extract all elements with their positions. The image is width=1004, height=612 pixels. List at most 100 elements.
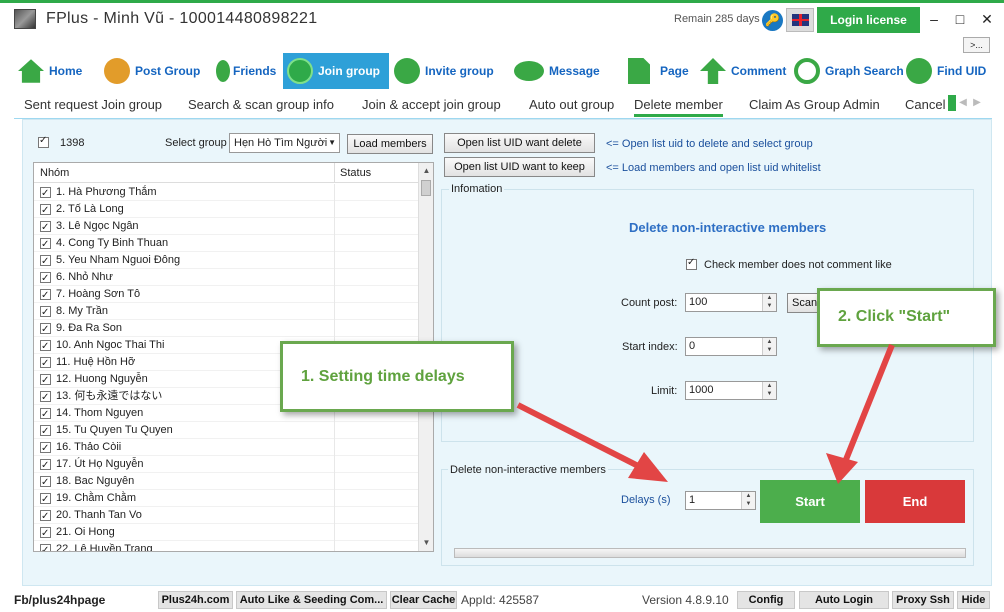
row-checkbox[interactable]	[40, 287, 51, 304]
toolbar-friends[interactable]: Friends	[216, 53, 291, 89]
list-item[interactable]: 5. Yeu Nham Nguoi Đông	[34, 252, 418, 270]
spinner-icon[interactable]: ▲ ▼	[762, 382, 776, 399]
list-item[interactable]: 17. Út Họ Nguyễn	[34, 456, 418, 474]
toolbar-comment[interactable]: Comment	[700, 53, 796, 89]
scroll-down-icon[interactable]: ▼	[419, 535, 433, 550]
tab-claim-admin[interactable]: Claim As Group Admin	[749, 97, 880, 112]
delays-label: Delays (s)	[621, 494, 671, 506]
list-item[interactable]: 2. Tố Là Long	[34, 201, 418, 219]
row-checkbox[interactable]	[40, 423, 51, 440]
row-name: 3. Lê Ngọc Ngân	[56, 220, 139, 232]
row-checkbox[interactable]	[40, 525, 51, 542]
toolbar-page[interactable]: Page	[628, 53, 706, 89]
proxy-ssh-button[interactable]: Proxy Ssh	[892, 591, 954, 609]
row-checkbox[interactable]	[40, 321, 51, 338]
row-checkbox[interactable]	[40, 270, 51, 287]
tab-scroll-left-icon[interactable]: ◀	[957, 95, 969, 111]
row-checkbox[interactable]	[40, 355, 51, 372]
list-item[interactable]: 15. Tu Quyen Tu Quyen	[34, 422, 418, 440]
maximize-button[interactable]: □	[950, 10, 970, 28]
row-name: 8. My Trần	[56, 305, 108, 317]
list-item[interactable]: 4. Cong Ty Binh Thuan	[34, 235, 418, 253]
toolbar-invite-group[interactable]: Invite group	[394, 53, 504, 89]
row-checkbox[interactable]	[40, 338, 51, 355]
hide-button[interactable]: Hide	[957, 591, 990, 609]
scroll-up-icon[interactable]: ▲	[419, 163, 433, 178]
start-index-input[interactable]: 0 ▲ ▼	[685, 337, 777, 356]
open-delete-list-button[interactable]: Open list UID want delete	[444, 133, 595, 153]
toolbar-join-group[interactable]: Join group	[283, 53, 389, 89]
spinner-icon[interactable]: ▲ ▼	[741, 492, 755, 509]
toolbar-home[interactable]: Home	[18, 53, 98, 89]
row-name: 21. Oi Hong	[56, 526, 115, 538]
tab-join-accept[interactable]: Join & accept join group	[362, 97, 501, 112]
row-checkbox[interactable]	[40, 372, 51, 389]
list-item[interactable]: 22. Lê Huyền Trang	[34, 541, 418, 551]
row-checkbox[interactable]	[40, 389, 51, 406]
list-item[interactable]: 9. Đa Ra Son	[34, 320, 418, 338]
count-post-input[interactable]: 100 ▲ ▼	[685, 293, 777, 312]
list-item[interactable]: 8. My Trần	[34, 303, 418, 321]
clear-cache-button[interactable]: Clear Cache	[390, 591, 457, 609]
toolbar-find-uid[interactable]: Find UID	[906, 53, 994, 89]
auto-login-button[interactable]: Auto Login	[799, 591, 889, 609]
language-flag-icon[interactable]	[786, 8, 814, 32]
list-item[interactable]: 3. Lê Ngọc Ngân	[34, 218, 418, 236]
spinner-icon[interactable]: ▲ ▼	[762, 294, 776, 311]
key-icon[interactable]: 🔑	[762, 10, 783, 31]
list-item[interactable]: 6. Nhỏ Như	[34, 269, 418, 287]
start-button[interactable]: Start	[760, 480, 860, 523]
check-comment-like-checkbox[interactable]	[686, 257, 697, 270]
col-status-header[interactable]: Status	[340, 167, 371, 179]
end-button[interactable]: End	[865, 480, 965, 523]
row-checkbox[interactable]	[40, 236, 51, 253]
row-checkbox[interactable]	[40, 491, 51, 508]
plus24h-button[interactable]: Plus24h.com	[158, 591, 233, 609]
list-item[interactable]: 20. Thanh Tan Vo	[34, 507, 418, 525]
toolbar-post-group[interactable]: Post Group	[104, 53, 214, 89]
row-checkbox[interactable]	[40, 202, 51, 219]
toolbar-graph-search[interactable]: Graph Search	[794, 53, 906, 89]
list-item[interactable]: 1. Hà Phương Thắm	[34, 184, 418, 202]
minimize-button[interactable]: –	[924, 10, 944, 28]
row-checkbox[interactable]	[40, 474, 51, 491]
fb-page-link[interactable]: Fb/plus24hpage	[14, 593, 105, 607]
load-members-button[interactable]: Load members	[347, 134, 433, 154]
list-item[interactable]: 7. Hoàng Sơn Tô	[34, 286, 418, 304]
row-checkbox[interactable]	[40, 219, 51, 236]
row-name: 20. Thanh Tan Vo	[56, 509, 142, 521]
login-license-button[interactable]: Login license	[817, 7, 920, 33]
delays-input[interactable]: 1 ▲ ▼	[685, 491, 756, 510]
row-checkbox[interactable]	[40, 406, 51, 423]
chat-icon	[514, 61, 544, 81]
row-checkbox[interactable]	[40, 440, 51, 457]
col-name-header[interactable]: Nhóm	[40, 167, 69, 179]
row-checkbox[interactable]	[40, 457, 51, 474]
tab-scroll-right-icon[interactable]: ▶	[971, 95, 983, 111]
row-checkbox[interactable]	[40, 304, 51, 321]
open-keep-list-button[interactable]: Open list UID want to keep	[444, 157, 595, 177]
row-checkbox[interactable]	[40, 253, 51, 270]
list-item[interactable]: 18. Bac Nguyên	[34, 473, 418, 491]
list-item[interactable]: 19. Chằm Chằm	[34, 490, 418, 508]
tab-search-scan[interactable]: Search & scan group info	[188, 97, 334, 112]
more-button[interactable]: >...	[963, 37, 990, 53]
row-name: 16. Thảo Còii	[56, 441, 122, 453]
group-select[interactable]: Hẹn Hò Tìm Người ▼	[229, 133, 340, 153]
config-button[interactable]: Config	[737, 591, 795, 609]
list-item[interactable]: 16. Thảo Còii	[34, 439, 418, 457]
select-all-checkbox[interactable]	[38, 135, 49, 148]
auto-like-button[interactable]: Auto Like & Seeding Com...	[236, 591, 387, 609]
tab-delete-member[interactable]: Delete member	[634, 97, 723, 117]
row-checkbox[interactable]	[40, 508, 51, 525]
row-checkbox[interactable]	[40, 185, 51, 202]
row-checkbox[interactable]	[40, 542, 51, 551]
close-button[interactable]: ✕	[977, 10, 997, 28]
tab-auto-out[interactable]: Auto out group	[529, 97, 614, 112]
scroll-thumb[interactable]	[421, 180, 431, 196]
list-item[interactable]: 21. Oi Hong	[34, 524, 418, 542]
limit-input[interactable]: 1000 ▲ ▼	[685, 381, 777, 400]
spinner-icon[interactable]: ▲ ▼	[762, 338, 776, 355]
toolbar-message[interactable]: Message	[514, 53, 614, 89]
tab-sent-request[interactable]: Sent request Join group	[24, 97, 162, 112]
